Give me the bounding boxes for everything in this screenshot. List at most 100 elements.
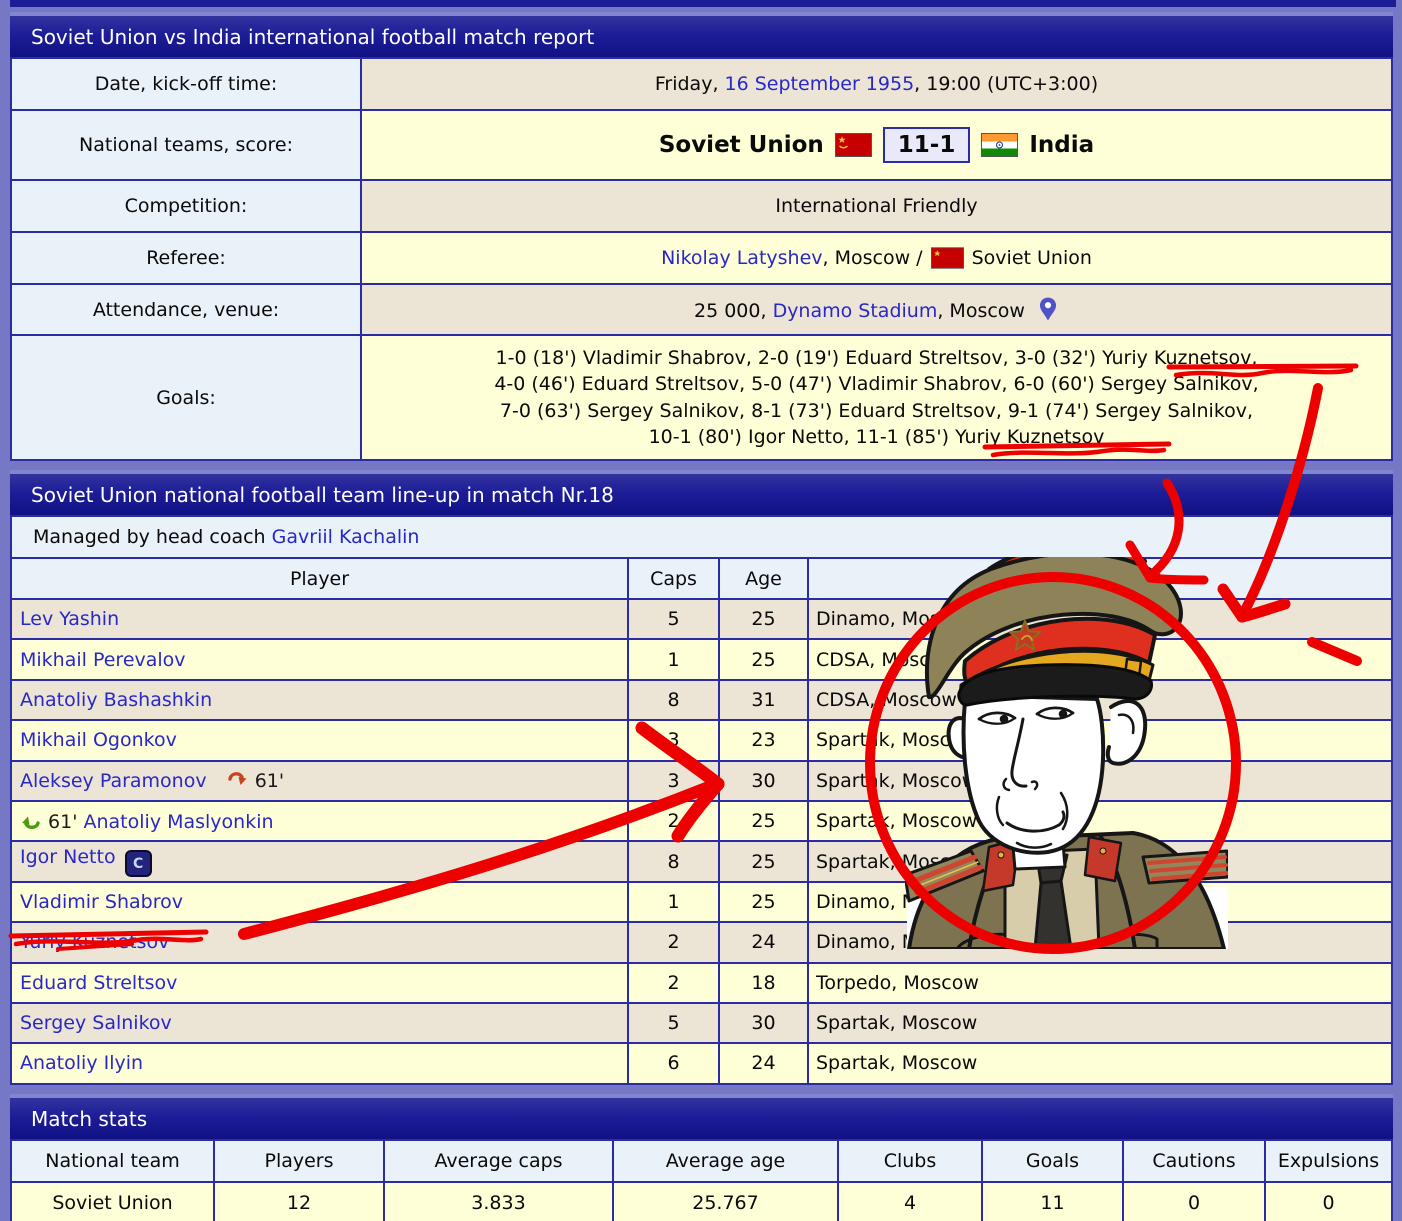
competition-value: International Friendly (361, 180, 1392, 232)
club-cell: Spartak, Moscow (808, 801, 1392, 841)
player-link[interactable]: Vladimir Shabrov (20, 891, 183, 913)
date-value: Friday, 16 September 1955, 19:00 (UTC+3:… (361, 58, 1392, 110)
age-cell: 31 (719, 680, 808, 720)
referee-label: Referee: (11, 232, 361, 284)
age-cell: 25 (719, 599, 808, 639)
age-cell: 25 (719, 639, 808, 679)
stats-row: Soviet Union 12 3.833 25.767 4 11 0 0 (11, 1182, 1392, 1221)
col-age: Age (719, 558, 808, 599)
club-cell: Spartak, Moscow (808, 1003, 1392, 1043)
date-row: Date, kick-off time: Friday, 16 Septembe… (11, 58, 1392, 110)
col-caps: Caps (628, 558, 719, 599)
caps-cell: 2 (628, 963, 719, 1003)
player-row: Eduard Streltsov 2 18 Torpedo, Moscow (11, 963, 1392, 1003)
match-stats-panel: Match stats National team Players Averag… (10, 1094, 1393, 1221)
stat-avg-caps: 3.833 (384, 1182, 613, 1221)
player-link[interactable]: Mikhail Ogonkov (20, 729, 177, 751)
coach-link[interactable]: Gavriil Kachalin (272, 526, 420, 548)
player-link[interactable]: Igor Netto (20, 846, 116, 868)
age-cell: 25 (719, 801, 808, 841)
player-link[interactable]: Yuriy Kuznetsov (20, 931, 169, 953)
club-cell: Dinamo, Moscow (808, 922, 1392, 962)
player-link[interactable]: Lev Yashin (20, 608, 119, 630)
stats-column-headers: National team Players Average caps Avera… (11, 1140, 1392, 1182)
ussr-flag-icon (835, 133, 872, 157)
score-value: Soviet Union 11-1 India (361, 110, 1392, 180)
age-cell: 18 (719, 963, 808, 1003)
stat-col-cautions: Cautions (1123, 1140, 1265, 1182)
match-report-page: Soviet Union vs India international foot… (0, 0, 1402, 1221)
date-link[interactable]: 16 September 1955 (725, 73, 915, 95)
stat-avg-age: 25.767 (613, 1182, 838, 1221)
club-cell: CDSA, Moscow (808, 639, 1392, 679)
caps-cell: 6 (628, 1043, 719, 1083)
caps-cell: 3 (628, 720, 719, 760)
player-link[interactable]: Anatoliy Maslyonkin (84, 811, 274, 833)
referee-value: Nikolay Latyshev, Moscow / Soviet Union (361, 232, 1392, 284)
lineup-title: Soviet Union national football team line… (31, 483, 614, 507)
previous-table-edge (10, 0, 1396, 7)
caps-cell: 1 (628, 639, 719, 679)
player-link[interactable]: Anatoliy Bashashkin (20, 689, 212, 711)
goals-line: 1-0 (18') Vladimir Shabrov, 2-0 (19') Ed… (362, 345, 1391, 372)
goals-label: Goals: (11, 335, 361, 460)
stat-goals: 11 (982, 1182, 1123, 1221)
age-cell: 30 (719, 761, 808, 801)
club-cell: Spartak, Moscow (808, 761, 1392, 801)
match-stats-header: Match stats (10, 1094, 1393, 1139)
goals-line: 10-1 (80') Igor Netto, 11-1 (85') Yuriy … (362, 424, 1391, 451)
stat-col-expulsions: Expulsions (1265, 1140, 1392, 1182)
player-link[interactable]: Aleksey Paramonov (20, 770, 207, 792)
caps-cell: 2 (628, 801, 719, 841)
stat-expulsions: 0 (1265, 1182, 1392, 1221)
coach-prefix: Managed by head coach (33, 526, 272, 548)
goals-row: Goals: 1-0 (18') Vladimir Shabrov, 2-0 (… (11, 335, 1392, 460)
lineup-header: Soviet Union national football team line… (10, 470, 1393, 515)
player-link[interactable]: Mikhail Perevalov (20, 649, 186, 671)
match-stats-title: Match stats (31, 1107, 147, 1131)
col-player: Player (11, 558, 628, 599)
caps-cell: 2 (628, 922, 719, 962)
age-cell: 25 (719, 882, 808, 922)
club-cell: Dinamo, Moscow (808, 599, 1392, 639)
match-stats-table: National team Players Average caps Avera… (10, 1139, 1393, 1221)
club-cell: Torpedo, Moscow (808, 963, 1392, 1003)
location-pin-icon[interactable] (1037, 296, 1059, 324)
player-row: Mikhail Perevalov 1 25 CDSA, Moscow (11, 639, 1392, 679)
stat-team: Soviet Union (11, 1182, 214, 1221)
goals-line: 7-0 (63') Sergey Salnikov, 8-1 (73') Edu… (362, 398, 1391, 425)
sub-off-icon (227, 774, 249, 796)
age-cell: 30 (719, 1003, 808, 1043)
player-row: Vladimir Shabrov 1 25 Dinamo, Moscow (11, 882, 1392, 922)
club-cell: Spartak, Moscow (808, 720, 1392, 760)
stat-col-avg-age: Average age (613, 1140, 838, 1182)
age-cell: 23 (719, 720, 808, 760)
caps-cell: 3 (628, 761, 719, 801)
match-info-table: Date, kick-off time: Friday, 16 Septembe… (10, 57, 1393, 461)
stat-clubs: 4 (838, 1182, 982, 1221)
coach-row: Managed by head coach Gavriil Kachalin (11, 516, 1392, 558)
referee-ussr-flag-icon (931, 247, 964, 269)
stat-col-goals: Goals (982, 1140, 1123, 1182)
player-row: Anatoliy Ilyin 6 24 Spartak, Moscow (11, 1043, 1392, 1083)
player-row: Igor NettoC 8 25 Spartak, Moscow (11, 841, 1392, 881)
score-box: 11-1 (883, 127, 971, 163)
stadium-link[interactable]: Dynamo Stadium (773, 300, 938, 322)
club-cell: Spartak, Moscow (808, 841, 1392, 881)
score-row: National teams, score: Soviet Union 11-1… (11, 110, 1392, 180)
date-label: Date, kick-off time: (11, 58, 361, 110)
player-row: Lev Yashin 5 25 Dinamo, Moscow (11, 599, 1392, 639)
referee-link[interactable]: Nikolay Latyshev (661, 247, 822, 269)
col-club: Club (808, 558, 1392, 599)
competition-row: Competition: International Friendly (11, 180, 1392, 232)
match-report-panel: Soviet Union vs India international foot… (10, 12, 1393, 461)
player-row: Yuriy Kuznetsov 2 24 Dinamo, Moscow (11, 922, 1392, 962)
referee-row: Referee: Nikolay Latyshev, Moscow / Sovi… (11, 232, 1392, 284)
player-link[interactable]: Anatoliy Ilyin (20, 1052, 143, 1074)
lineup-panel: Soviet Union national football team line… (10, 470, 1393, 1085)
competition-label: Competition: (11, 180, 361, 232)
player-link[interactable]: Eduard Streltsov (20, 972, 177, 994)
caps-cell: 8 (628, 841, 719, 881)
player-link[interactable]: Sergey Salnikov (20, 1012, 172, 1034)
attendance-value: 25 000, Dynamo Stadium, Moscow (361, 284, 1392, 335)
